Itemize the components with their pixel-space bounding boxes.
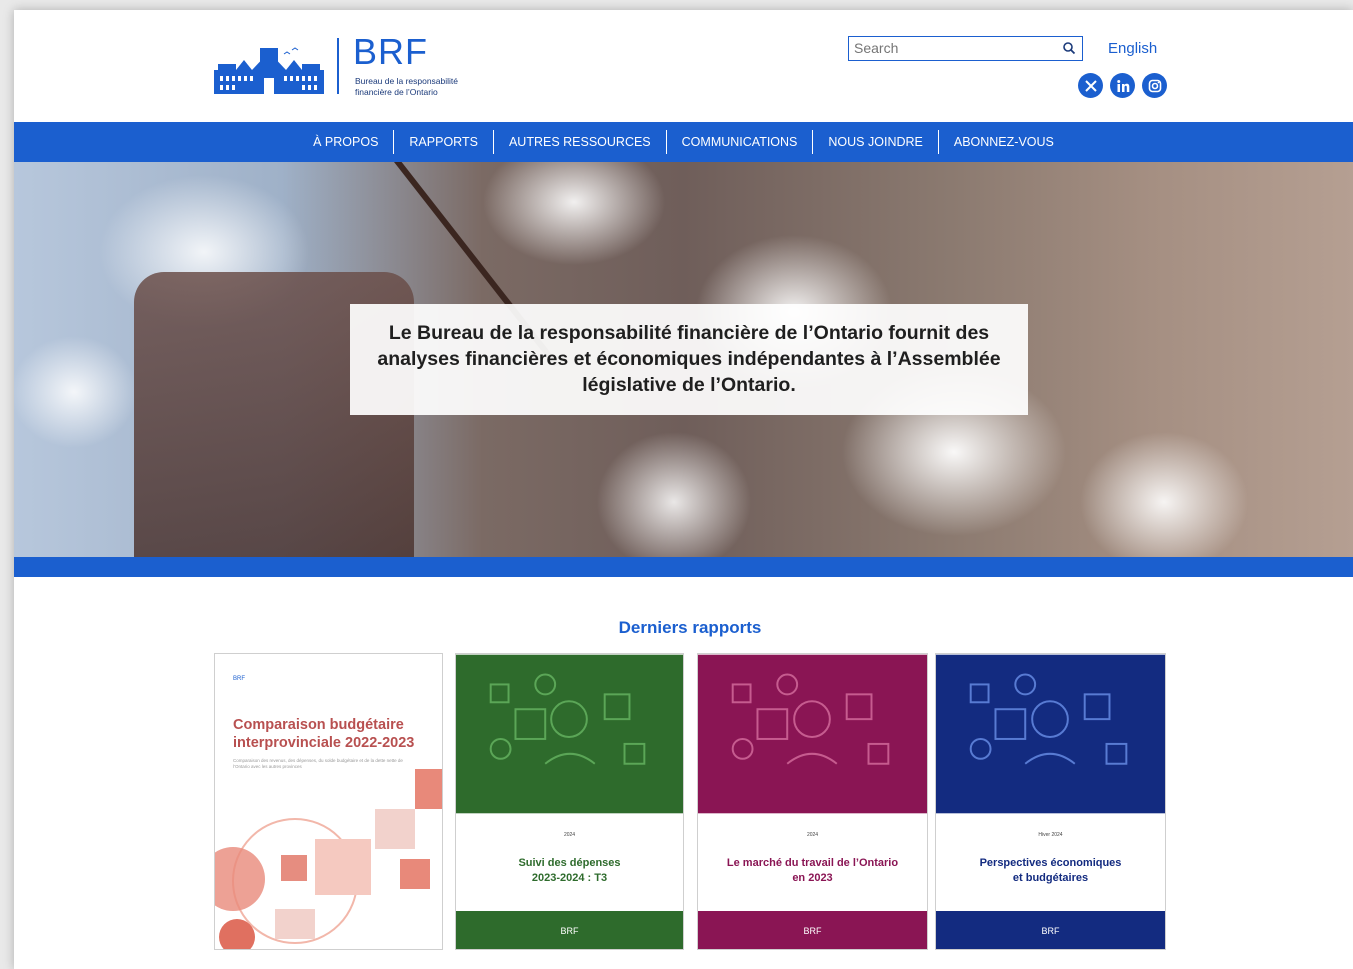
card-title: Le marché du travail de l’Ontario en 202…	[698, 856, 927, 886]
nav-item-abonnez-vous[interactable]: ABONNEZ-VOUS	[939, 130, 1069, 154]
logo-divider	[337, 38, 339, 94]
hero-bottom-band	[14, 557, 1353, 577]
card-title-line2: 2023-2024 : T3	[531, 872, 608, 884]
search-icon[interactable]	[1062, 41, 1076, 55]
card-body: 2024 Suivi des dépenses 2023-2024 : T3	[456, 814, 683, 911]
report-card-suivi-depenses[interactable]: 2024 Suivi des dépenses 2023-2024 : T3 B…	[455, 653, 684, 950]
logo-subtitle-line1: Bureau de la responsabilité	[355, 76, 459, 86]
card-title-line1: Comparaison budgétaire	[233, 717, 404, 733]
card-title-line1: Perspectives économiques	[979, 857, 1122, 869]
instagram-icon[interactable]	[1142, 73, 1167, 98]
card-body: Hiver 2024 Perspectives économiques et b…	[936, 814, 1165, 911]
search-box	[848, 36, 1083, 61]
card-footer: BRF	[936, 911, 1165, 949]
card-cover-graphic	[936, 654, 1165, 814]
card-year: Hiver 2024	[1038, 832, 1063, 838]
card-cover-graphic	[215, 769, 442, 949]
card-title: Comparaison budgétaire interprovinciale …	[233, 716, 414, 752]
report-card-comparaison[interactable]: BRF Comparaison budgétaire interprovinci…	[214, 653, 443, 950]
card-title-line1: Le marché du travail de l’Ontario	[726, 857, 899, 869]
brf-logo-text[interactable]: BRF	[353, 32, 428, 72]
card-body: 2024 Le marché du travail de l’Ontario e…	[698, 814, 927, 911]
card-title-line2: en 2023	[792, 872, 833, 884]
card-title: Perspectives économiques et budgétaires	[936, 856, 1165, 886]
logo-subtitle-line2: financière de l’Ontario	[355, 87, 438, 97]
linkedin-icon[interactable]	[1110, 73, 1135, 98]
latest-reports-title: Derniers rapports	[618, 618, 762, 637]
nav-item-a-propos[interactable]: À PROPOS	[298, 130, 395, 154]
site-header: BRF Bureau de la responsabilité financiè…	[14, 10, 1353, 122]
nav-item-rapports[interactable]: RAPPORTS	[394, 130, 494, 154]
card-footer: BRF	[698, 911, 927, 949]
card-cover-graphic	[698, 654, 927, 814]
search-input[interactable]	[849, 37, 1049, 59]
page: BRF Bureau de la responsabilité financiè…	[14, 10, 1353, 969]
card-subtitle: Comparaison des revenus, des dépenses, d…	[233, 758, 403, 769]
report-card-marche-travail[interactable]: 2024 Le marché du travail de l’Ontario e…	[697, 653, 928, 950]
legislative-building-logo[interactable]	[214, 46, 324, 94]
nav-item-communications[interactable]: COMMUNICATIONS	[667, 130, 814, 154]
nav-item-autres-ressources[interactable]: AUTRES RESSOURCES	[494, 130, 667, 154]
card-logo: BRF	[1041, 926, 1060, 936]
report-card-perspectives[interactable]: Hiver 2024 Perspectives économiques et b…	[935, 653, 1166, 950]
card-year: 2024	[806, 832, 819, 838]
hero-banner: Le Bureau de la responsabilité financièr…	[14, 162, 1353, 557]
main-nav: À PROPOS RAPPORTS AUTRES RESSOURCES COMM…	[14, 122, 1353, 162]
card-cover-graphic	[456, 654, 683, 814]
card-logo: BRF	[233, 676, 245, 682]
x-icon[interactable]	[1078, 73, 1103, 98]
language-link[interactable]: English	[1108, 40, 1157, 57]
card-logo: BRF	[560, 926, 579, 936]
card-year: 2024	[563, 832, 576, 838]
card-title-line1: Suivi des dépenses	[518, 857, 621, 869]
card-logo: BRF	[803, 926, 822, 936]
card-footer: BRF	[456, 911, 683, 949]
card-title: Suivi des dépenses 2023-2024 : T3	[456, 856, 683, 886]
logo-subtitle: Bureau de la responsabilité financière d…	[355, 76, 495, 98]
nav-item-nous-joindre[interactable]: NOUS JOINDRE	[813, 130, 939, 154]
card-title-line2: et budgétaires	[1012, 872, 1089, 884]
hero-caption: Le Bureau de la responsabilité financièr…	[350, 304, 1028, 415]
card-title-line2: interprovinciale 2022-2023	[233, 735, 415, 751]
